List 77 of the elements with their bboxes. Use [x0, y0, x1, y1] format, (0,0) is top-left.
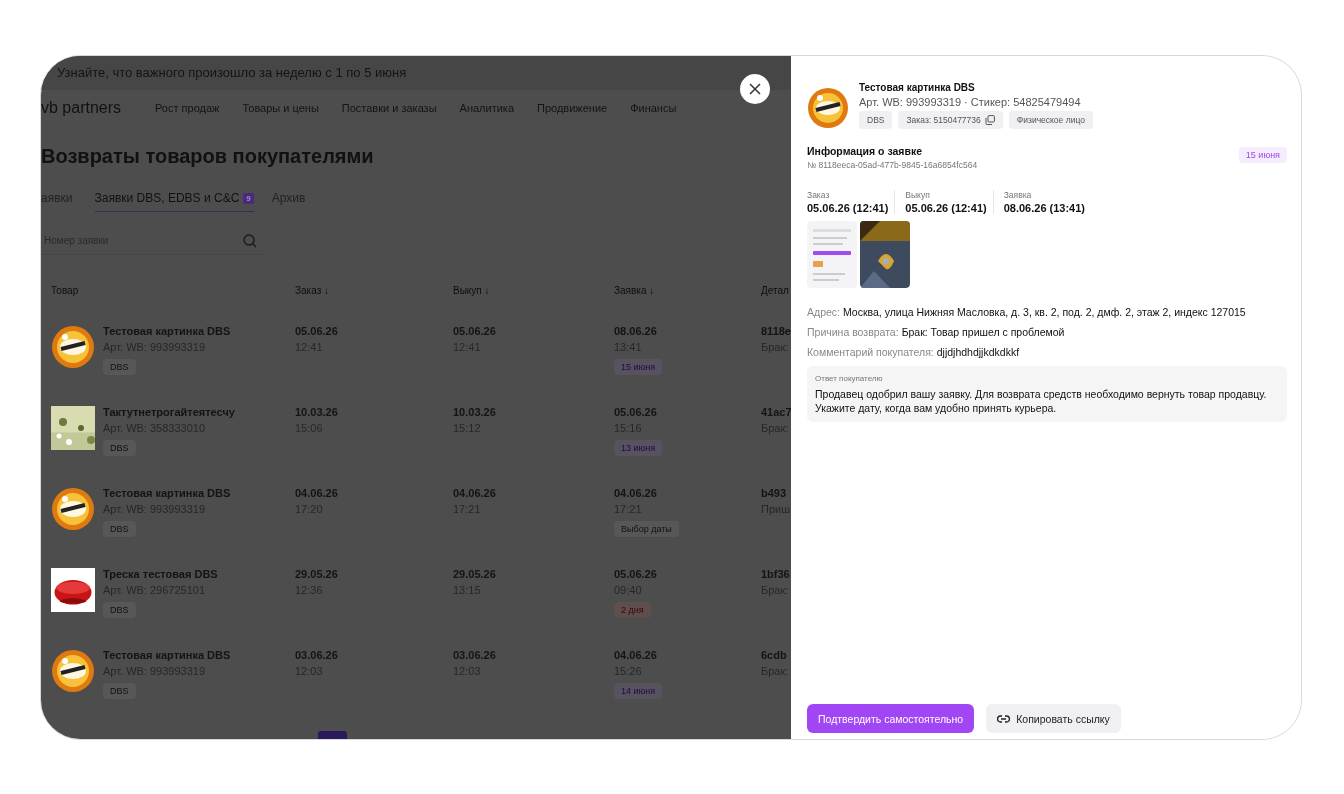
copy-link-button[interactable]: Копировать ссылку [986, 704, 1121, 733]
column-header[interactable]: Товар [51, 284, 295, 325]
request-id: 1bf36 [761, 567, 790, 580]
tag: DBS [103, 439, 136, 456]
answer-text: Продавец одобрил вашу заявку. Для возврата средств необходимо вернуть товар продавцу. Укажите дату, когда вам удобно принять курьера. [815, 387, 1268, 416]
chip: Физическое лицо [1008, 111, 1093, 129]
link-icon [997, 714, 1011, 723]
date-value: 05.06.26 (12:41) [807, 202, 889, 214]
date-label: Выкуп [905, 190, 931, 200]
deadline-badge: 15 июня [1238, 147, 1287, 163]
tab-label: Заявки DBS, EDBS и C&C [94, 191, 240, 206]
chip: DBS [859, 111, 893, 129]
request-id: 41ac7 [761, 405, 791, 418]
column-header[interactable]: Детал [761, 284, 791, 325]
column-header[interactable]: Выкуп ↓ [453, 284, 614, 325]
deadline-tag: 15 июня [614, 358, 663, 375]
tag: DBS [103, 520, 136, 537]
product-name[interactable]: Тестовая картинка DBS [103, 324, 231, 337]
deadline-tag: Выбор даты [614, 520, 679, 537]
nav-link[interactable]: Финансы [630, 101, 677, 114]
request-number: № 8118eeca-05ad-477b-9845-16a6854fc564 [807, 160, 978, 170]
deadline-tag: 2 дня [614, 601, 651, 618]
product-title: Тестовая картинка DBS [859, 82, 975, 93]
deadline-tag: 13 июня [614, 439, 663, 456]
field-label: Комментарий покупателя: [807, 346, 934, 358]
section-title: Информация о заявке [807, 145, 923, 157]
field-value: Москва, улица Нижняя Масловка, д. 3, кв. 2, под. 2, дмф. 2, этаж 2, индекс 127015 [843, 306, 1246, 318]
count-badge: 9 [243, 192, 254, 204]
tag: DBS [103, 601, 136, 618]
copy-icon[interactable] [984, 115, 995, 125]
nav-link[interactable]: Поставки и заказы [341, 101, 437, 114]
column-header[interactable]: Заказ ↓ [295, 284, 453, 325]
column-header[interactable]: Заявка ↓ [614, 284, 761, 325]
product-name[interactable]: Треска тестовая DBS [103, 567, 218, 580]
request-id: 8118e [761, 324, 791, 337]
request-id: b493 [761, 486, 787, 499]
confirm-button[interactable]: Подтвердить самостоятельно [807, 704, 975, 733]
tab[interactable]: Заявки DBS, EDBS и C&C 9 [94, 191, 254, 213]
product-name[interactable]: Тестовая картинка DBS [103, 648, 231, 661]
date-text: 08.06.26 [614, 324, 657, 337]
date-text: 05.06.26 [453, 324, 496, 337]
field-value: djjdjhdhdjjkdkdkkf [936, 346, 1020, 358]
logo[interactable]: vb partners [41, 98, 132, 117]
date-text: 04.06.26 [453, 486, 496, 499]
tag: DBS [103, 682, 136, 699]
date-text: 05.06.26 [614, 567, 657, 580]
field-label: Причина возврата: [807, 326, 899, 338]
product-name[interactable]: Тестовая картинка DBS [103, 486, 231, 499]
field-label: Адрес: [807, 306, 840, 318]
request-id: 6cdb [761, 648, 787, 661]
product-meta: Арт. WB: 993993319 · Стикер: 54825479494 [859, 96, 1081, 108]
date-text: 29.05.26 [295, 567, 338, 580]
date-label: Заявка [1003, 190, 1033, 200]
close-icon [749, 83, 761, 95]
page-title: Возвраты товаров покупателями [41, 145, 375, 169]
answer-label: Ответ покупателю [815, 374, 884, 383]
date-text: 10.03.26 [453, 405, 496, 418]
date-value: 08.06.26 (13:41) [1003, 202, 1086, 214]
product-name[interactable]: Тактутнетрогайтеятесчу [103, 405, 235, 418]
date-text: 05.06.26 [614, 405, 657, 418]
chip-text: Заказ: 5150477736 [906, 115, 981, 125]
date-text: 10.03.26 [295, 405, 338, 418]
date-label: Заказ [807, 190, 831, 200]
date-text: 29.05.26 [453, 567, 496, 580]
nav-link[interactable]: Рост продаж [155, 101, 220, 114]
date-text: 05.06.26 [295, 324, 338, 337]
date-text: 04.06.26 [614, 648, 657, 661]
field-value: Брак: Товар пришел с проблемой [901, 326, 1065, 338]
date-value: 05.06.26 (12:41) [905, 202, 987, 214]
date-text: 03.06.26 [453, 648, 496, 661]
date-text: 04.06.26 [295, 486, 338, 499]
date-text: 03.06.26 [295, 648, 338, 661]
nav-link[interactable]: Аналитика [459, 101, 515, 114]
tag: DBS [103, 358, 136, 375]
nav-link[interactable]: Продвижение [537, 101, 608, 114]
deadline-tag: 14 июня [614, 682, 663, 699]
date-text: 04.06.26 [614, 486, 657, 499]
